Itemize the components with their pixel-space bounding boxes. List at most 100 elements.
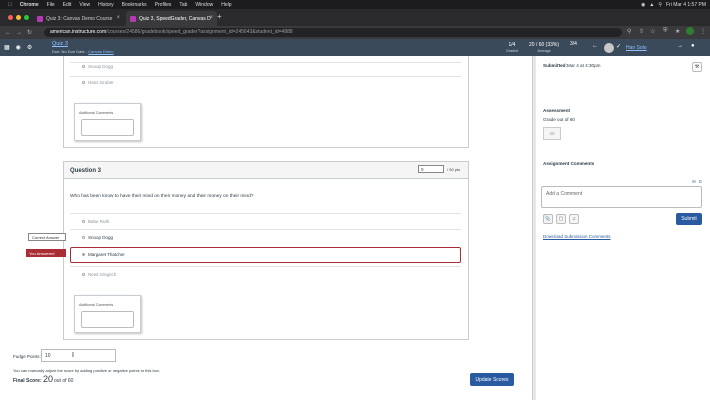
media-comment-icon[interactable]: ▢ — [556, 214, 566, 224]
answer-divider — [70, 229, 461, 230]
grade-input[interactable]: 20 — [543, 127, 561, 140]
attach-file-icon[interactable]: 📎 — [543, 214, 553, 224]
profile-avatar[interactable] — [686, 27, 694, 35]
settings-gear-icon[interactable]: ⚙ — [27, 44, 32, 51]
menu-clock[interactable]: Fri Mar 4 1:57 PM — [666, 2, 706, 8]
graded-stat: 1/4 Graded — [506, 42, 518, 54]
fudge-points-hint: You can manually adjust the score by add… — [13, 368, 161, 373]
url-path: /courses/24586/gradebook/speed_grader?as… — [106, 29, 293, 35]
fudge-points-input[interactable]: 10 — [41, 349, 116, 362]
comment-bubble-icon[interactable]: ✉ — [692, 179, 696, 185]
menu-window[interactable]: Window — [195, 2, 213, 8]
student-name-selector[interactable]: Han Solo — [626, 45, 647, 51]
search-icon[interactable]: ⚲ — [627, 28, 631, 35]
browser-tab-bar: Quiz 3: Canvas Demo Course × Quiz 3, Spe… — [0, 9, 710, 26]
radio-icon — [82, 65, 85, 68]
tab-speedgrader[interactable]: Quiz 3, SpeedGrader, Canvas D × — [126, 11, 217, 26]
final-score-value: 20 — [43, 374, 54, 384]
macos-menu-bar:  Chrome File Edit View History Bookmark… — [0, 0, 710, 9]
address-bar[interactable]: american.instructure.com/courses/24586/g… — [44, 28, 622, 37]
you-answered-tag: You Answered — [26, 249, 66, 257]
question-3-title: Question 3 — [70, 168, 102, 174]
extension-shield-icon[interactable]: ⛨ — [663, 28, 668, 35]
additional-comments-textarea[interactable] — [81, 311, 134, 328]
answer-text: Babe Ruth — [88, 219, 110, 224]
submit-comment-button[interactable]: Submit — [676, 213, 702, 225]
additional-comments-textarea[interactable] — [81, 119, 134, 136]
answer-divider — [70, 62, 461, 63]
update-scores-button[interactable]: Update Scores — [470, 373, 514, 386]
question-points-input[interactable]: 0 — [418, 165, 444, 173]
question-points-max: / 50 pts — [447, 167, 461, 172]
grade-label: Grade out of 60 — [543, 117, 575, 122]
final-score-label: Final Score: — [13, 378, 42, 384]
comment-count: 0 — [699, 179, 702, 184]
wifi-icon[interactable]: ▲ — [649, 2, 654, 8]
forward-icon[interactable]: → — [16, 30, 22, 36]
apple-icon[interactable]:  — [8, 2, 12, 8]
answer-option-selected: Margaret Thatcher — [82, 252, 125, 257]
prev-student-icon[interactable]: ← — [592, 43, 598, 49]
canvas-favicon-icon — [130, 15, 136, 22]
answer-option-correct: Snoop Dogg — [82, 235, 113, 240]
menu-file[interactable]: File — [47, 2, 55, 8]
tab-quiz-3[interactable]: Quiz 3: Canvas Demo Course × — [33, 11, 124, 26]
student-dropdown-icon[interactable]: ✓ — [616, 43, 621, 50]
student-avatar — [604, 43, 614, 53]
student-position: 3/4 — [570, 41, 577, 47]
status-icon[interactable]: ◉ — [641, 2, 645, 8]
download-comments-link[interactable]: Download Submission Comments — [543, 234, 611, 239]
expand-wrench-icon[interactable]: ⚒ — [692, 62, 702, 72]
additional-comments-card: Additional Comments — [74, 295, 141, 333]
menu-bookmarks[interactable]: Bookmarks — [122, 2, 147, 8]
more-menu-icon[interactable]: ⋮ — [700, 28, 706, 35]
bookmark-star-icon[interactable]: ☆ — [650, 28, 655, 35]
share-icon[interactable]: ⇧ — [639, 28, 644, 35]
back-icon[interactable]: ← — [5, 30, 11, 36]
answer-divider — [70, 76, 461, 77]
answer-option: Snoop Dogg — [82, 64, 113, 69]
speech-recognition-icon[interactable]: ♫ — [569, 214, 579, 224]
final-score-max: out of 60 — [54, 378, 74, 384]
next-student-icon[interactable]: → — [677, 43, 683, 49]
url-host: american.instructure.com — [50, 29, 107, 35]
radio-icon — [82, 220, 85, 223]
answer-text: Snoop Dogg — [88, 235, 114, 240]
question-3-header — [64, 162, 468, 179]
menu-profiles[interactable]: Profiles — [155, 2, 172, 8]
answer-text: Hans Gruber — [88, 80, 114, 85]
add-comment-textarea[interactable]: Add a Comment — [541, 186, 702, 208]
help-icon[interactable]: ● — [691, 43, 695, 49]
assessment-heading: Assessment — [543, 108, 571, 113]
tab-title: Quiz 3, SpeedGrader, Canvas D — [139, 15, 211, 22]
new-tab-button[interactable]: + — [217, 12, 222, 21]
average-stat: 20 / 60 (33%) Average — [529, 42, 559, 54]
menu-help[interactable]: Help — [221, 2, 231, 8]
close-window-icon[interactable] — [8, 15, 13, 20]
hide-names-eye-icon[interactable]: ◉ — [16, 44, 21, 51]
additional-comments-label: Additional Comments — [79, 303, 114, 307]
gradebook-icon[interactable]: ▦ — [4, 44, 10, 51]
menu-edit[interactable]: Edit — [63, 2, 72, 8]
zoom-window-icon[interactable] — [24, 15, 29, 20]
radio-icon — [82, 81, 85, 84]
search-icon[interactable]: ⚲ — [658, 2, 662, 8]
browser-toolbar: ← → ↻ american.instructure.com/courses/2… — [0, 26, 710, 39]
course-link[interactable]: Canvas Demo — [88, 49, 113, 54]
menu-view[interactable]: View — [79, 2, 90, 8]
menu-history[interactable]: History — [98, 2, 114, 8]
quiz-title-link[interactable]: Quiz 3 — [52, 41, 68, 47]
menu-app-name[interactable]: Chrome — [20, 2, 39, 8]
radio-icon — [82, 273, 85, 276]
extensions-icon[interactable]: ★ — [675, 28, 680, 35]
your-answer-highlight — [70, 247, 461, 263]
minimize-window-icon[interactable] — [16, 15, 21, 20]
question-3-prompt: Who has been know to have their mind on … — [70, 194, 254, 199]
tab-close-icon[interactable]: × — [116, 15, 120, 21]
tab-title: Quiz 3: Canvas Demo Course — [46, 15, 113, 22]
tab-close-icon[interactable]: × — [209, 15, 213, 21]
answer-option: Newt Gingrich — [82, 272, 116, 277]
menu-tab[interactable]: Tab — [179, 2, 187, 8]
reload-icon[interactable]: ↻ — [27, 29, 32, 36]
text-cursor-icon: I — [72, 352, 74, 359]
